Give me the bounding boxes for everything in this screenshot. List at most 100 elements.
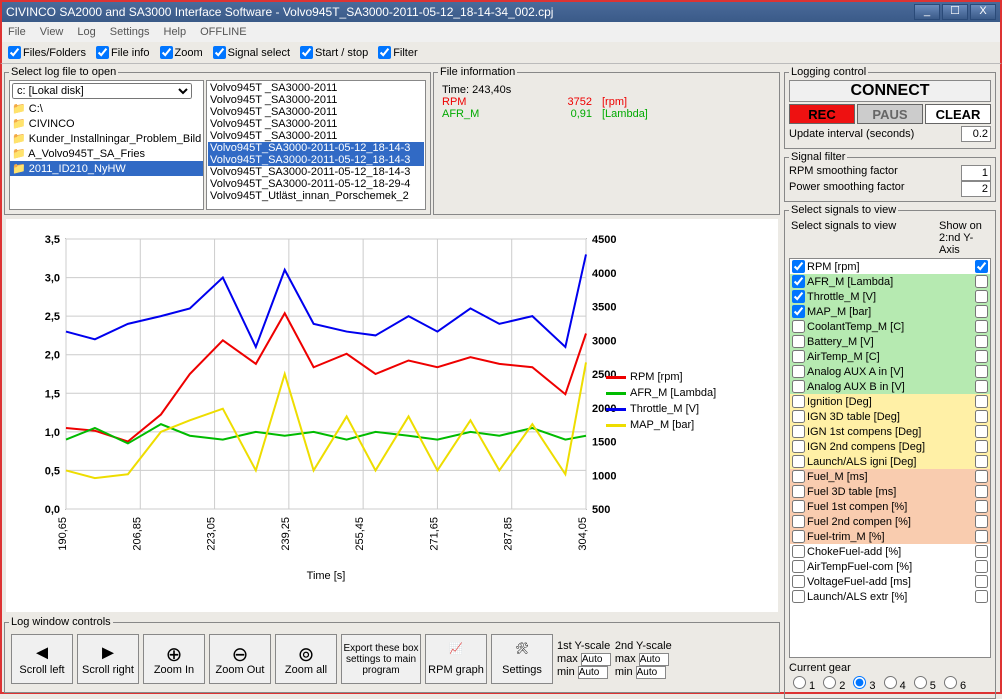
signal-row[interactable]: Fuel-trim_M [%] [790,529,990,544]
signal-y2-check[interactable] [975,260,988,273]
signal-row[interactable]: ChokeFuel-add [%] [790,544,990,559]
folder-item[interactable]: 📁 CIVINCO [10,116,203,131]
signal-y2-check[interactable] [975,290,988,303]
signal-row[interactable]: Analog AUX A in [V] [790,364,990,379]
file-list[interactable]: Volvo945T _SA3000-2011Volvo945T _SA3000-… [206,80,426,210]
signal-view-check[interactable] [792,590,805,603]
signal-y2-check[interactable] [975,305,988,318]
signal-list[interactable]: RPM [rpm]AFR_M [Lambda]Throttle_M [V]MAP… [789,258,991,658]
signal-row[interactable]: Launch/ALS igni [Deg] [790,454,990,469]
signal-view-check[interactable] [792,335,805,348]
signal-view-check[interactable] [792,545,805,558]
toolbar-file-info[interactable]: File info [96,46,150,59]
signal-row[interactable]: MAP_M [bar] [790,304,990,319]
toolbar-signal-select[interactable]: Signal select [213,46,290,59]
gear-radio[interactable]: 5 [914,676,936,692]
file-item[interactable]: Volvo945T _SA3000-2011 [208,106,424,118]
signal-view-check[interactable] [792,275,805,288]
signal-view-check[interactable] [792,515,805,528]
connect-button[interactable]: CONNECT [789,80,991,102]
signal-view-check[interactable] [792,305,805,318]
close-button[interactable]: X [970,4,996,20]
settings-button[interactable]: 🛠Settings [491,634,553,684]
signal-y2-check[interactable] [975,575,988,588]
signal-view-check[interactable] [792,440,805,453]
file-item[interactable]: Volvo945T _SA3000-2011 [208,118,424,130]
gear-radio[interactable]: 4 [884,676,906,692]
scroll-left-button[interactable]: ◄Scroll left [11,634,73,684]
folder-tree[interactable]: c: [Lokal disk] 📁 C:\📁 CIVINCO📁 Kunder_I… [9,80,204,210]
signal-y2-check[interactable] [975,500,988,513]
y2-min-input[interactable] [636,666,666,679]
signal-view-check[interactable] [792,500,805,513]
signal-row[interactable]: RPM [rpm] [790,259,990,274]
scroll-right-button[interactable]: ►Scroll right [77,634,139,684]
signal-y2-check[interactable] [975,380,988,393]
y2-max-input[interactable] [639,653,669,666]
toolbar-zoom[interactable]: Zoom [160,46,203,59]
file-item[interactable]: Volvo945T _SA3000-2011 [208,82,424,94]
power-smooth-input[interactable] [961,181,991,197]
menu-file[interactable]: File [8,26,26,38]
signal-y2-check[interactable] [975,275,988,288]
signal-view-check[interactable] [792,455,805,468]
signal-row[interactable]: Throttle_M [V] [790,289,990,304]
maximize-button[interactable]: ☐ [942,4,968,20]
minimize-button[interactable]: _ [914,4,940,20]
signal-y2-check[interactable] [975,455,988,468]
file-item[interactable]: Volvo945T_SA3000-2011-05-12_18-14-3 [208,154,424,166]
signal-row[interactable]: AFR_M [Lambda] [790,274,990,289]
folder-item[interactable]: 📁 A_Volvo945T_SA_Fries [10,146,203,161]
menu-settings[interactable]: Settings [110,26,150,38]
update-interval-input[interactable] [961,126,991,142]
signal-y2-check[interactable] [975,485,988,498]
signal-y2-check[interactable] [975,590,988,603]
folder-item[interactable]: 📁 2011_ID210_NyHW [10,161,203,176]
folder-item[interactable]: 📁 Kunder_Installningar_Problem_Bild [10,131,203,146]
signal-row[interactable]: Battery_M [V] [790,334,990,349]
signal-row[interactable]: Fuel 1st compen [%] [790,499,990,514]
zoom-all-button[interactable]: ⊚Zoom all [275,634,337,684]
rpm-graph-button[interactable]: 📈RPM graph [425,634,487,684]
signal-view-check[interactable] [792,575,805,588]
gear-radio[interactable]: 1 [793,676,815,692]
signal-row[interactable]: Analog AUX B in [V] [790,379,990,394]
signal-y2-check[interactable] [975,515,988,528]
signal-y2-check[interactable] [975,530,988,543]
signal-view-check[interactable] [792,350,805,363]
signal-y2-check[interactable] [975,410,988,423]
signal-view-check[interactable] [792,485,805,498]
signal-view-check[interactable] [792,560,805,573]
zoom-in-button[interactable]: ⊕Zoom In [143,634,205,684]
file-item[interactable]: Volvo945T _SA3000-2011 [208,94,424,106]
signal-y2-check[interactable] [975,425,988,438]
folder-item[interactable]: 📁 C:\ [10,101,203,116]
zoom-out-button[interactable]: ⊖Zoom Out [209,634,271,684]
gear-radio[interactable]: 3 [853,676,875,692]
toolbar-files-folders[interactable]: Files/Folders [8,46,86,59]
signal-row[interactable]: IGN 2nd compens [Deg] [790,439,990,454]
file-item[interactable]: Volvo945T_SA3000-2011-05-12_18-14-3 [208,166,424,178]
signal-row[interactable]: Launch/ALS extr [%] [790,589,990,604]
signal-view-check[interactable] [792,395,805,408]
signal-row[interactable]: Fuel 3D table [ms] [790,484,990,499]
chart-area[interactable]: 0,00,51,01,52,02,53,03,55001000150020002… [6,219,778,612]
signal-view-check[interactable] [792,365,805,378]
file-item[interactable]: Volvo945T_SA3000-2011-05-12_18-14-3 [208,142,424,154]
signal-row[interactable]: Fuel 2nd compen [%] [790,514,990,529]
signal-row[interactable]: CoolantTemp_M [C] [790,319,990,334]
rec-button[interactable]: REC [789,104,855,124]
gear-radio[interactable]: 2 [823,676,845,692]
signal-view-check[interactable] [792,260,805,273]
drive-select[interactable]: c: [Lokal disk] [12,83,192,99]
signal-row[interactable]: AirTemp_M [C] [790,349,990,364]
signal-y2-check[interactable] [975,470,988,483]
file-item[interactable]: Volvo945T_Utläst_innan_Porschemek_2 [208,190,424,202]
menu-view[interactable]: View [40,26,64,38]
y1-max-input[interactable] [581,653,611,666]
signal-view-check[interactable] [792,410,805,423]
toolbar-start-stop[interactable]: Start / stop [300,46,368,59]
export-settings-button[interactable]: Export these box settings to main progra… [341,634,421,684]
signal-y2-check[interactable] [975,350,988,363]
signal-y2-check[interactable] [975,320,988,333]
